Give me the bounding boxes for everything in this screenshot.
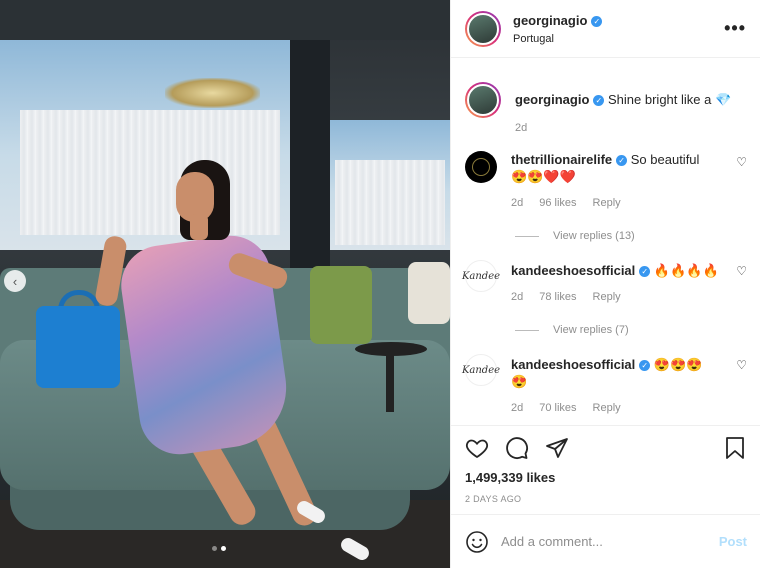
like-comment-heart-icon[interactable]: ♡ [736,358,747,372]
like-comment-heart-icon[interactable]: ♡ [736,155,747,169]
post-photo[interactable]: ‹ [0,0,450,568]
comment-body: thetrillionairelife ✓ So beautiful 😍😍❤️❤️… [511,151,736,212]
more-options-button[interactable]: ••• [724,18,746,39]
caption-text: Shine bright like a 💎 [608,92,732,107]
like-comment-heart-icon[interactable]: ♡ [736,264,747,278]
commenter-username[interactable]: thetrillionairelife [511,152,612,167]
comment-body: kandeeshoesofficial ✓ 😍😍😍 😍 2d 70 likes R… [511,354,736,417]
avatar-image [467,12,499,45]
caption-username[interactable]: georginagio [515,92,589,107]
comment-meta: 2d 78 likes Reply [511,289,736,306]
verified-icon: ✓ [639,360,651,371]
green-pillow [310,266,372,344]
author-avatar[interactable] [465,10,501,47]
view-replies-button[interactable]: View replies (13) [515,230,747,242]
comment-meta: 2d 70 likes Reply [511,400,736,417]
action-icons [465,436,747,460]
reply-button[interactable]: Reply [593,400,621,417]
post-location[interactable]: Portugal [513,33,724,45]
bookmark-icon[interactable] [723,436,747,460]
chandelier [165,78,260,108]
comment-item: Kandee kandeeshoesofficial ✓ 🔥🔥🔥🔥 2d 78 l… [462,260,747,306]
carousel-prev-button[interactable]: ‹ [4,270,26,292]
comments-list[interactable]: georginagio ✓ Shine bright like a 💎 2d th… [451,70,760,422]
post-date[interactable]: 2 DAYS AGO [465,494,747,504]
post-actions: 1,499,339 likes 2 DAYS AGO [451,425,760,504]
author-line: georginagio ✓ [513,12,724,30]
comment-time[interactable]: 2d [511,195,523,212]
avatar-image [467,84,499,116]
instagram-post-modal: ‹ georginagio ✓ Portugal ••• georginagio ✓ [0,0,760,568]
carousel-dot [212,546,217,551]
comment-meta: 2d 96 likes Reply [511,195,736,212]
view-replies-label: View replies (13) [553,230,635,242]
comment-text: 🔥🔥🔥🔥 [653,263,719,278]
carousel-dot-active [221,546,226,551]
comment-emojis: 😍😍❤️❤️ [511,169,576,184]
comment-likes[interactable]: 96 likes [539,195,576,212]
curtain-left [20,110,280,235]
share-paper-plane-icon[interactable] [545,436,569,460]
post-header: georginagio ✓ Portugal ••• [451,0,760,58]
window-frame [290,0,330,300]
post-comment-button[interactable]: Post [719,534,747,549]
commenter-avatar[interactable]: Kandee [462,354,500,386]
author-username[interactable]: georginagio [513,13,587,28]
divider-line [515,329,539,331]
like-count[interactable]: 1,499,339 likes [465,470,747,485]
side-table [355,342,427,356]
avatar-logo [472,158,490,176]
commenter-username[interactable]: kandeeshoesofficial [511,263,635,278]
add-comment-bar: Post [451,514,760,568]
comment-text: So beautiful [630,152,700,167]
chevron-left-icon: ‹ [12,273,18,289]
white-pillow [408,262,450,324]
blue-handbag [36,306,120,388]
reply-button[interactable]: Reply [593,195,621,212]
author-info: georginagio ✓ Portugal [513,12,724,45]
comment-text-cont: 😍 [511,374,528,389]
side-table-leg [386,352,394,412]
commenter-username[interactable]: kandeeshoesofficial [511,357,635,372]
comment-likes[interactable]: 78 likes [539,289,576,306]
verified-icon: ✓ [591,16,603,27]
ceiling [0,0,450,40]
comment-body: kandeeshoesofficial ✓ 🔥🔥🔥🔥 2d 78 likes Re… [511,260,736,306]
caption: georginagio ✓ Shine bright like a 💎 2d [465,82,747,137]
like-heart-icon[interactable] [465,436,489,460]
comment-bubble-icon[interactable] [505,436,529,460]
comment-likes[interactable]: 70 likes [539,400,576,417]
caption-avatar[interactable] [465,82,501,118]
comment-time[interactable]: 2d [511,400,523,417]
caption-body: georginagio ✓ Shine bright like a 💎 2d [515,82,747,137]
post-sidebar: georginagio ✓ Portugal ••• georginagio ✓ S… [450,0,760,568]
curtain-right [335,160,445,245]
caption-meta: 2d [515,120,747,137]
comment-text: 😍😍😍 [653,357,703,372]
verified-icon: ✓ [639,266,651,277]
commenter-avatar[interactable]: Kandee [462,260,500,292]
comment-item: thetrillionairelife ✓ So beautiful 😍😍❤️❤️… [465,151,747,212]
comment-input[interactable] [501,534,719,549]
comment-time[interactable]: 2d [511,289,523,306]
emoji-icon[interactable] [465,530,489,554]
commenter-avatar[interactable] [465,151,497,183]
verified-icon: ✓ [593,95,605,106]
caption-time[interactable]: 2d [515,120,527,137]
neck [190,214,208,240]
view-replies-label: View replies (7) [553,324,629,336]
divider-line [515,235,539,237]
comment-item: Kandee kandeeshoesofficial ✓ 😍😍😍 😍 2d 70 … [462,354,747,417]
verified-icon: ✓ [616,155,628,166]
carousel-indicator [212,546,226,551]
view-replies-button[interactable]: View replies (7) [515,324,747,336]
reply-button[interactable]: Reply [593,289,621,306]
